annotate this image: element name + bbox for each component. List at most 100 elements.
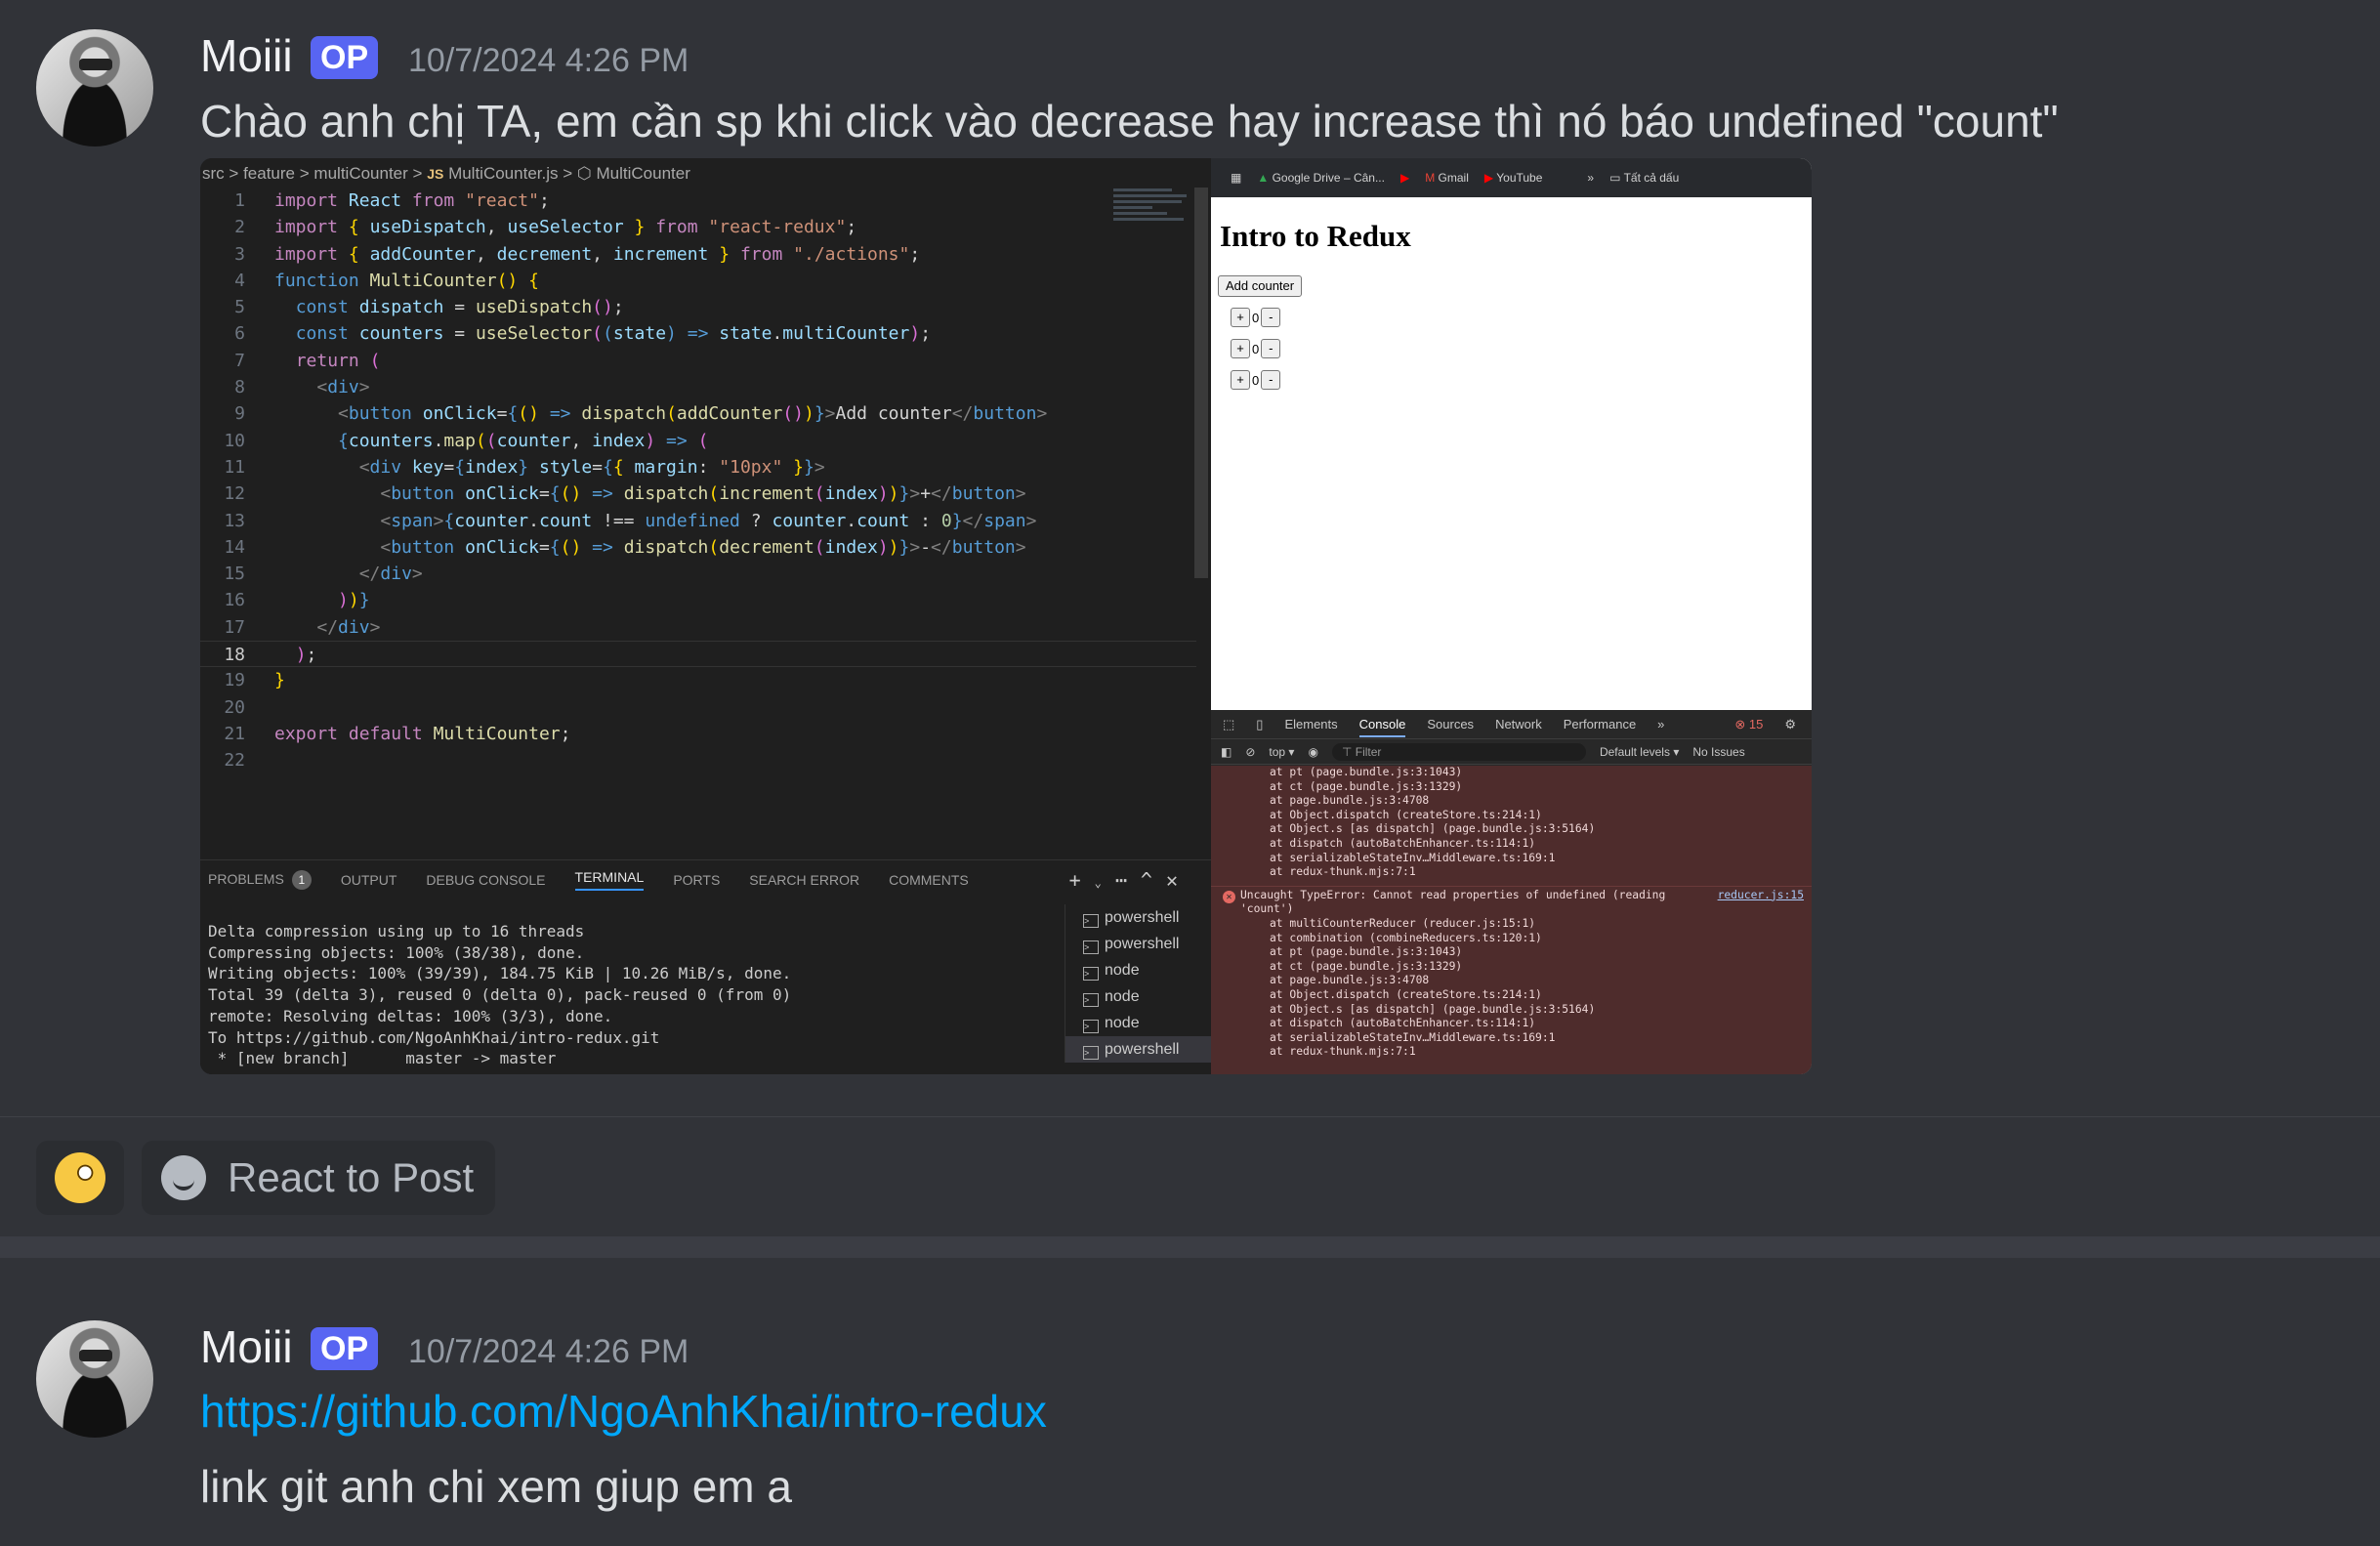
devtools-tabs: ⬚ ▯ Elements Console Sources Network Per… <box>1211 710 1812 739</box>
stack-line[interactable]: at redux-thunk.mjs:7:1 <box>1211 865 1812 880</box>
tab-debug-console[interactable]: DEBUG CONSOLE <box>426 872 545 888</box>
console-output[interactable]: at pt (page.bundle.js:3:1043) at ct (pag… <box>1211 766 1812 1074</box>
terminal-item[interactable]: > node <box>1065 957 1211 983</box>
tab-terminal[interactable]: TERMINAL <box>574 869 645 891</box>
avatar[interactable] <box>36 29 153 146</box>
counter-row: +0- <box>1231 308 1281 327</box>
sidebar-toggle-icon[interactable]: ◧ <box>1221 745 1232 759</box>
settings-gear-icon[interactable]: ⚙ <box>1784 717 1796 732</box>
terminal-item[interactable]: > powershell <box>1065 904 1211 931</box>
stack-line[interactable]: at pt (page.bundle.js:3:1043) <box>1211 945 1812 960</box>
tab-elements[interactable]: Elements <box>1284 717 1337 731</box>
all-bookmarks[interactable]: ▭ Tất cả dấu <box>1609 171 1679 185</box>
bookmark-google-drive[interactable]: ▲ Google Drive – Cân... <box>1257 171 1385 185</box>
stack-line[interactable]: at page.bundle.js:3:4708 <box>1211 974 1812 988</box>
stack-line[interactable]: at Object.s [as dispatch] (page.bundle.j… <box>1211 822 1812 837</box>
more-bookmarks-icon[interactable]: » <box>1587 171 1594 185</box>
scrollbar[interactable] <box>1194 188 1208 578</box>
terminal-item-active[interactable]: > powershell <box>1065 1036 1211 1063</box>
stack-line[interactable]: at ct (page.bundle.js:3:1329) <box>1211 780 1812 795</box>
chevron-down-icon[interactable]: ⌄ <box>1095 876 1115 890</box>
terminal-controls: +⌄⋯^✕ <box>1069 868 1191 892</box>
divider <box>0 1236 2380 1258</box>
error-count[interactable]: ⊗ 15 <box>1734 717 1763 732</box>
stack-line[interactable]: at multiCounterReducer (reducer.js:15:1) <box>1211 917 1812 932</box>
apps-icon[interactable]: ▦ <box>1231 171 1241 185</box>
error-entry[interactable]: ✕ Uncaught TypeError: Cannot read proper… <box>1211 885 1812 917</box>
tab-output[interactable]: OUTPUT <box>341 872 397 888</box>
counter-value: 0 <box>1252 372 1260 388</box>
stack-line[interactable]: at serializableStateInv…Middleware.ts:16… <box>1211 852 1812 866</box>
github-link[interactable]: https://github.com/NgoAnhKhai/intro-redu… <box>200 1385 1047 1438</box>
problems-badge: 1 <box>291 870 312 890</box>
tab-comments[interactable]: COMMENTS <box>889 872 969 888</box>
tab-problems[interactable]: PROBLEMS 1 <box>208 870 312 890</box>
device-toolbar-icon[interactable]: ▯ <box>1256 717 1263 732</box>
terminal-output[interactable]: Delta compression using up to 16 threads… <box>208 921 791 1069</box>
bookmark-gmail[interactable]: M Gmail <box>1425 171 1469 185</box>
component-icon: ⬡ <box>576 164 592 183</box>
more-icon[interactable]: ⋯ <box>1115 868 1141 892</box>
add-counter-button[interactable]: Add counter <box>1218 275 1303 297</box>
increment-button[interactable]: + <box>1231 308 1250 327</box>
maximize-icon[interactable]: ^ <box>1141 868 1166 892</box>
stack-line[interactable]: at dispatch (autoBatchEnhancer.ts:114:1) <box>1211 1017 1812 1031</box>
more-tabs-icon[interactable]: » <box>1657 717 1664 731</box>
stack-line[interactable]: at serializableStateInv…Middleware.ts:16… <box>1211 1031 1812 1046</box>
page-title: Intro to Redux <box>1220 219 1411 253</box>
stack-line[interactable]: at dispatch (autoBatchEnhancer.ts:114:1) <box>1211 837 1812 852</box>
screenshot-attachment[interactable]: src > feature > multiCounter > JS MultiC… <box>200 158 1812 1074</box>
tab-ports[interactable]: PORTS <box>673 872 720 888</box>
message-text: Chào anh chị TA, em cần sp khi click vào… <box>200 96 2059 146</box>
tab-console[interactable]: Console <box>1358 711 1406 737</box>
stack-line[interactable]: at Object.dispatch (createStore.ts:214:1… <box>1211 988 1812 1003</box>
issues-indicator[interactable]: No Issues <box>1692 745 1744 759</box>
error-message: Uncaught TypeError: Cannot read properti… <box>1240 888 1666 916</box>
increment-button[interactable]: + <box>1231 339 1250 358</box>
context-select[interactable]: top ▾ <box>1269 745 1294 759</box>
stack-line[interactable]: at pt (page.bundle.js:3:1043) <box>1211 766 1812 780</box>
inspect-icon[interactable]: ⬚ <box>1223 717 1234 732</box>
bookmark-youtube[interactable]: ▶ YouTube <box>1484 171 1543 185</box>
react-to-post-button[interactable]: React to Post <box>142 1141 496 1215</box>
error-source-link[interactable]: reducer.js:15 <box>1718 889 1804 901</box>
reaction-chip[interactable] <box>36 1141 124 1215</box>
decrement-button[interactable]: - <box>1261 339 1281 358</box>
decrement-button[interactable]: - <box>1261 308 1281 327</box>
code-area[interactable]: 1 import React from "react"; 2 import { us… <box>200 188 1196 774</box>
tab-sources[interactable]: Sources <box>1427 717 1474 731</box>
error-icon: ✕ <box>1223 890 1235 903</box>
live-expression-eye-icon[interactable]: ◉ <box>1308 745 1317 759</box>
stack-line[interactable]: at Object.dispatch (createStore.ts:214:1… <box>1211 809 1812 823</box>
add-terminal-icon[interactable]: + <box>1069 868 1095 892</box>
close-icon[interactable]: ✕ <box>1166 868 1191 892</box>
youtube-icon[interactable]: ▶ <box>1400 171 1409 185</box>
web-page: Intro to Redux Add counter +0- +0- +0- <box>1211 197 1812 710</box>
filter-input[interactable]: ⊤ Filter <box>1331 742 1586 761</box>
avatar[interactable] <box>36 1320 153 1438</box>
terminal-icon: > <box>1083 940 1099 954</box>
timestamp: 10/7/2024 4:26 PM <box>408 42 689 79</box>
stack-line[interactable]: at combination (combineReducers.ts:120:1… <box>1211 932 1812 946</box>
tab-performance[interactable]: Performance <box>1564 717 1636 731</box>
terminal-list: > powershell > powershell > node > node > nod… <box>1065 904 1211 1063</box>
username[interactable]: Moiii <box>200 29 293 82</box>
terminal-item[interactable]: > powershell <box>1065 931 1211 957</box>
stack-line[interactable]: at redux-thunk.mjs:7:1 <box>1211 1045 1812 1060</box>
js-file-icon: JS <box>427 166 444 182</box>
stack-line[interactable]: at page.bundle.js:3:4708 <box>1211 794 1812 809</box>
decrement-button[interactable]: - <box>1261 370 1281 390</box>
tab-search-error[interactable]: SEARCH ERROR <box>749 872 859 888</box>
stack-line[interactable]: at ct (page.bundle.js:3:1329) <box>1211 960 1812 975</box>
log-levels-select[interactable]: Default levels ▾ <box>1600 745 1679 759</box>
username[interactable]: Moiii <box>200 1320 293 1373</box>
tab-network[interactable]: Network <box>1495 717 1542 731</box>
op-badge: OP <box>311 36 379 79</box>
terminal-icon: > <box>1083 1020 1099 1033</box>
stack-line[interactable]: at Object.s [as dispatch] (page.bundle.j… <box>1211 1003 1812 1018</box>
minimap[interactable] <box>1113 186 1191 244</box>
terminal-item[interactable]: > node <box>1065 983 1211 1010</box>
terminal-item[interactable]: > node <box>1065 1010 1211 1036</box>
clear-console-icon[interactable]: ⊘ <box>1245 745 1255 759</box>
increment-button[interactable]: + <box>1231 370 1250 390</box>
